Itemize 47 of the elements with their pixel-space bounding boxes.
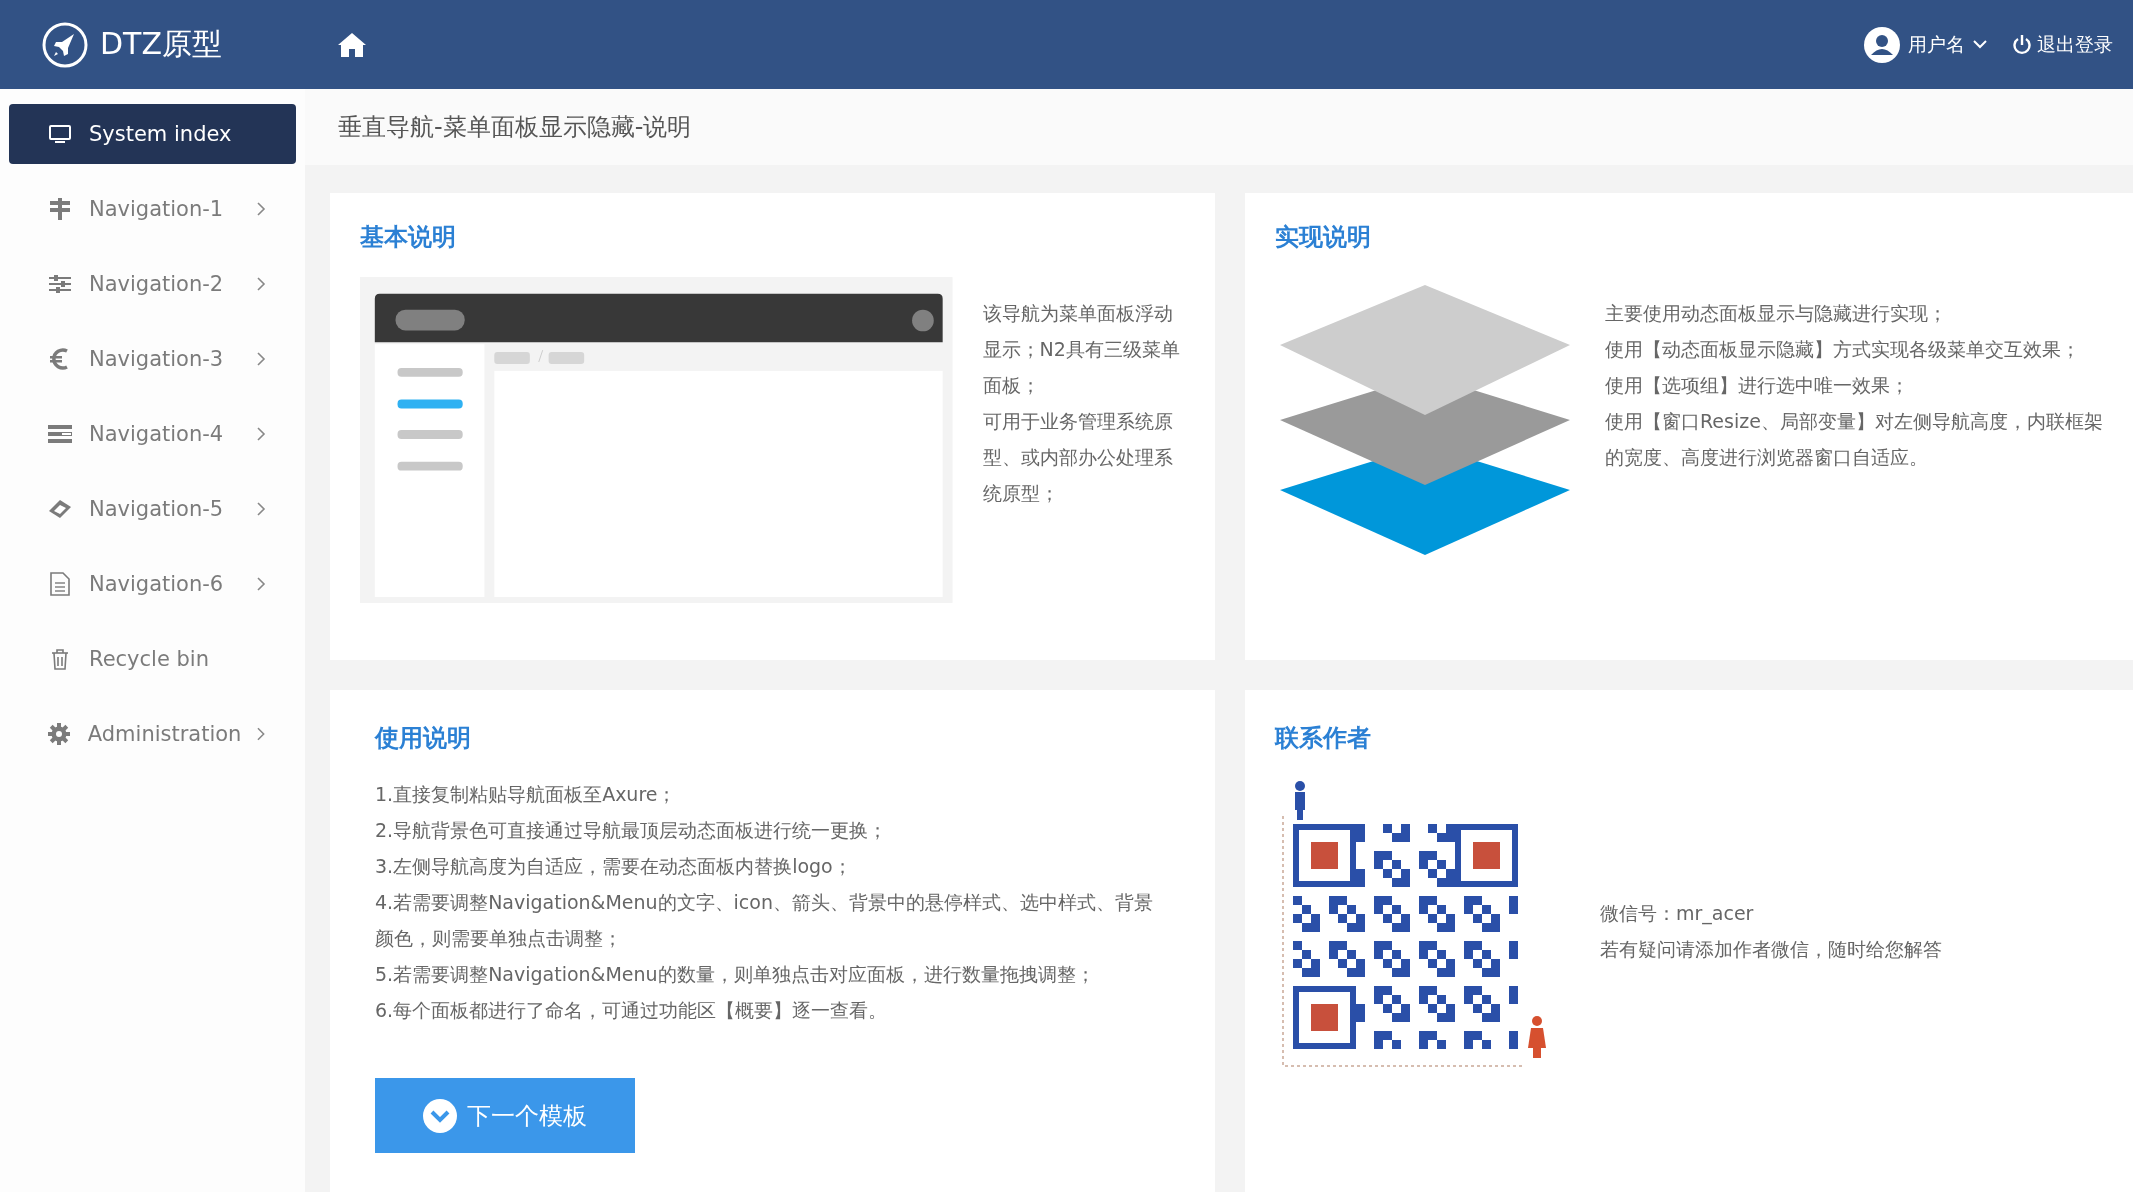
document-icon <box>50 572 70 596</box>
monitor-icon <box>49 124 71 144</box>
sidebar-item[interactable]: Administration <box>9 704 296 764</box>
instruction-step: 2.导航背景色可直接通过导航最顶层动态面板进行统一更换； <box>375 812 1170 848</box>
description-text: 使用【动态面板显示隐藏】方式实现各级菜单交互效果； <box>1605 337 2081 362</box>
instruction-step: 6.每个面板都进行了命名，可通过功能区【概要】逐一查看。 <box>375 992 1170 1028</box>
contact-text: 微信号：mr_acer <box>1600 901 1755 927</box>
description-text: 该导航为菜单面板浮动显示；N2具有三级菜单面板； <box>982 301 1181 398</box>
list-icon <box>48 425 72 443</box>
sidebar-item[interactable]: Navigation-3 <box>9 329 296 389</box>
sidebar-item[interactable]: Navigation-1 <box>9 179 296 239</box>
ticket-icon <box>48 498 72 520</box>
instruction-step: 4.若需要调整Navigation&Menu的文字、icon、箭头、背景中的悬停样式、选中样式、背景颜色，则需要单独点击调整； <box>375 884 1170 956</box>
sidebar-item[interactable]: System index <box>9 104 296 164</box>
instruction-step: 3.左侧导航高度为自适应，需要在动态面板内替换logo； <box>375 848 1170 884</box>
description-text: 主要使用动态面板显示与隐藏进行实现； <box>1605 301 1948 326</box>
sidebar-item[interactable]: Navigation-6 <box>9 554 296 614</box>
trash-icon <box>51 648 69 670</box>
rocket-logo-icon <box>42 21 88 68</box>
instruction-step: 1.直接复制粘贴导航面板至Axure； <box>375 776 1170 812</box>
instruction-step: 5.若需要调整Navigation&Menu的数量，则单独点击对应面板，进行数量拖拽调整； <box>375 956 1170 992</box>
sliders-icon <box>49 274 71 294</box>
user-menu[interactable]: 用户名 <box>1864 26 1987 63</box>
next-template-button[interactable]: 下一个模板 <box>375 1078 635 1153</box>
card-title: 基本说明 <box>360 222 457 253</box>
chevron-down-icon <box>1973 40 1987 49</box>
settings-icon <box>48 723 71 745</box>
card-title: 联系作者 <box>1275 723 1372 754</box>
sidebar-item[interactable]: Recycle bin <box>9 629 296 689</box>
contact-text: 若有疑问请添加作者微信，随时给您解答 <box>1600 937 1942 962</box>
sidebar-item[interactable]: Navigation-4 <box>9 404 296 464</box>
card-title: 实现说明 <box>1275 222 1372 253</box>
sidebar-item[interactable]: Navigation-5 <box>9 479 296 539</box>
card-title: 使用说明 <box>375 723 472 754</box>
page-title: 垂直导航-菜单面板显示隐藏-说明 <box>338 112 692 143</box>
euro-icon <box>50 348 70 370</box>
user-avatar-icon <box>1864 26 1900 63</box>
signpost-icon <box>49 198 71 220</box>
power-icon <box>2013 34 2031 55</box>
sidebar-item[interactable]: Navigation-2 <box>9 254 296 314</box>
description-text: 使用【窗口Resize、局部变量】对左侧导航高度，内联框架的宽度、高度进行浏览器窗口自适应。 <box>1605 409 2103 470</box>
description-text: 可用于业务管理系统原型、或内部办公处理系统原型； <box>982 409 1174 506</box>
chevron-down-circle-icon <box>423 1098 457 1133</box>
logout-link[interactable]: 退出登录 <box>2013 31 2113 58</box>
home-icon[interactable] <box>337 31 367 58</box>
description-text: 使用【选项组】进行选中唯一效果； <box>1605 373 1910 398</box>
logo-text: DTZ原型 <box>100 25 222 63</box>
